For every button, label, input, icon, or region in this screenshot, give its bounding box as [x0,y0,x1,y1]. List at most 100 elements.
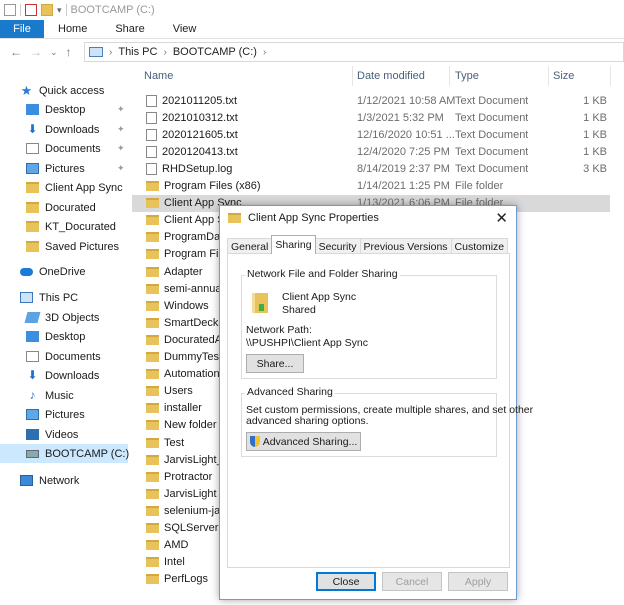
column-header-name[interactable]: Name [144,63,173,89]
group-label: Network File and Folder Sharing [245,268,400,280]
share-button[interactable]: Share... [246,354,304,373]
music-icon: ♪ [29,388,36,402]
tab-security[interactable]: Security [314,238,361,254]
sidebar-item-saved-pictures[interactable]: Saved Pictures [0,237,128,256]
folder-icon [146,334,159,345]
file-name: Protractor [164,470,213,483]
file-row[interactable]: 2020120413.txt 12/4/2020 7:25 PM Text Docu… [132,143,610,160]
sidebar-item-client-app-sync[interactable]: Client App Sync [0,178,128,197]
column-divider[interactable] [610,66,611,86]
properties-quick-icon[interactable] [4,4,16,16]
text-file-icon [146,111,157,124]
tab-general[interactable]: General [227,238,273,254]
network-path-value[interactable]: \\PUSHPI\Client App Sync [246,337,368,349]
cancel-button[interactable]: Cancel [382,572,442,591]
file-size [553,280,607,297]
file-size [553,537,607,554]
recent-locations-chevron-icon[interactable]: ⌄ [50,47,58,58]
sidebar-item-documents-pc[interactable]: Documents [0,347,128,366]
checkmark-quick-icon[interactable] [25,4,37,16]
column-divider[interactable] [548,66,549,86]
file-size [553,331,607,348]
file-type: Text Document [455,111,529,124]
tab-sharing[interactable]: Sharing [271,235,316,254]
back-arrow-icon[interactable]: ← [10,45,22,59]
folder-icon [26,182,39,193]
breadcrumb-chevron-icon[interactable]: › [163,47,166,58]
file-row[interactable]: 2020121605.txt 12/16/2020 10:51 ... Text D… [132,126,610,143]
tab-home[interactable]: Home [44,20,101,38]
text-file-icon [146,145,157,158]
sidebar-item-pictures[interactable]: Pictures ✦ [0,159,128,178]
column-header-size[interactable]: Size [553,63,574,89]
apply-button[interactable]: Apply [448,572,508,591]
tab-share[interactable]: Share [101,20,158,38]
file-row[interactable]: 2021011205.txt 1/12/2021 10:58 AM Text Doc… [132,92,610,109]
sidebar-item-label: Client App Sync [45,181,123,194]
close-button[interactable]: Close [316,572,376,591]
pin-icon[interactable]: ✦ [117,163,125,174]
file-size [553,502,607,519]
sidebar-item-kt-docurated[interactable]: KT_Docurated [0,217,128,236]
sidebar-item-desktop-pc[interactable]: Desktop [0,327,128,346]
sidebar-item-downloads-pc[interactable]: ⬇ Downloads [0,366,128,385]
breadcrumb-drive[interactable]: BOOTCAMP (C:) [173,46,257,58]
tab-previous-versions[interactable]: Previous Versions [359,238,452,254]
divider [20,4,21,16]
sidebar-item-docurated[interactable]: Docurated [0,198,128,217]
network-sharing-group: Network File and Folder Sharing Client A… [241,268,497,379]
address-bar[interactable]: › This PC › BOOTCAMP (C:) › [84,42,624,62]
breadcrumb-chevron-icon[interactable]: › [109,47,112,58]
file-name: 2021010312.txt [162,111,238,124]
file-size [553,263,607,280]
file-row[interactable]: Program Files (x86) 1/14/2021 1:25 PM File… [132,178,610,195]
customize-toolbar-icon[interactable]: ▾ [57,5,62,16]
new-folder-quick-icon[interactable] [41,4,53,16]
sidebar-item-bootcamp-drive[interactable]: BOOTCAMP (C:) [0,444,130,463]
breadcrumb-chevron-icon[interactable]: › [263,47,266,58]
file-date: 1/3/2021 5:32 PM [357,111,444,124]
sidebar-item-downloads[interactable]: ⬇ Downloads ✦ [0,120,128,139]
sidebar-item-videos[interactable]: Videos [0,425,128,444]
tab-customize[interactable]: Customize [450,238,509,254]
column-divider[interactable] [352,66,353,86]
pin-icon[interactable]: ✦ [117,124,125,135]
column-header-date-modified[interactable]: Date modified [357,63,425,89]
sidebar-item-3d-objects[interactable]: 3D Objects [0,308,128,327]
sidebar-item-documents[interactable]: Documents ✦ [0,139,128,158]
sidebar-item-pictures-pc[interactable]: Pictures [0,405,128,424]
file-size [553,468,607,485]
up-arrow-icon[interactable]: ↑ [66,45,72,59]
sidebar-item-label: Videos [45,428,79,441]
folder-icon [146,523,159,533]
sidebar-item-onedrive[interactable]: OneDrive [0,262,128,281]
sidebar-item-network[interactable]: Network [0,471,128,490]
file-name: Intel [164,556,185,569]
sidebar-item-this-pc[interactable]: This PC [0,288,128,307]
file-row[interactable]: RHDSetup.log 8/14/2019 2:37 PM Text Docume… [132,160,610,177]
folder-icon [146,574,159,585]
sidebar-item-quick-access[interactable]: ★ Quick access [0,81,128,100]
sidebar-item-label: Desktop [45,103,86,116]
folder-icon [146,403,159,414]
pin-icon[interactable]: ✦ [117,104,125,115]
sidebar-item-desktop[interactable]: Desktop ✦ [0,100,128,119]
onedrive-icon [20,267,33,276]
file-name-cell: RHDSetup.log [146,160,346,177]
advanced-sharing-group: Advanced Sharing Set custom permissions,… [241,386,533,457]
file-row[interactable]: 2021010312.txt 1/3/2021 5:32 PM Text Docum… [132,109,610,126]
dialog-title-bar[interactable]: Client App Sync Properties [220,206,516,230]
column-header-type[interactable]: Type [455,63,479,89]
advanced-sharing-button[interactable]: Advanced Sharing... [246,432,361,451]
sidebar-item-label: BOOTCAMP (C:) [45,447,130,460]
column-divider[interactable] [449,66,450,86]
file-date: 1/12/2021 10:58 AM [357,94,456,107]
tab-view[interactable]: View [159,20,211,38]
sidebar-item-music[interactable]: ♪ Music [0,386,128,405]
breadcrumb-this-pc[interactable]: This PC [118,46,157,58]
pin-icon[interactable]: ✦ [117,143,125,154]
tab-file[interactable]: File [0,20,44,38]
forward-arrow-icon[interactable]: → [30,45,42,59]
close-icon[interactable]: ✕ [495,209,508,227]
ribbon-tabs: File Home Share View [0,20,624,39]
